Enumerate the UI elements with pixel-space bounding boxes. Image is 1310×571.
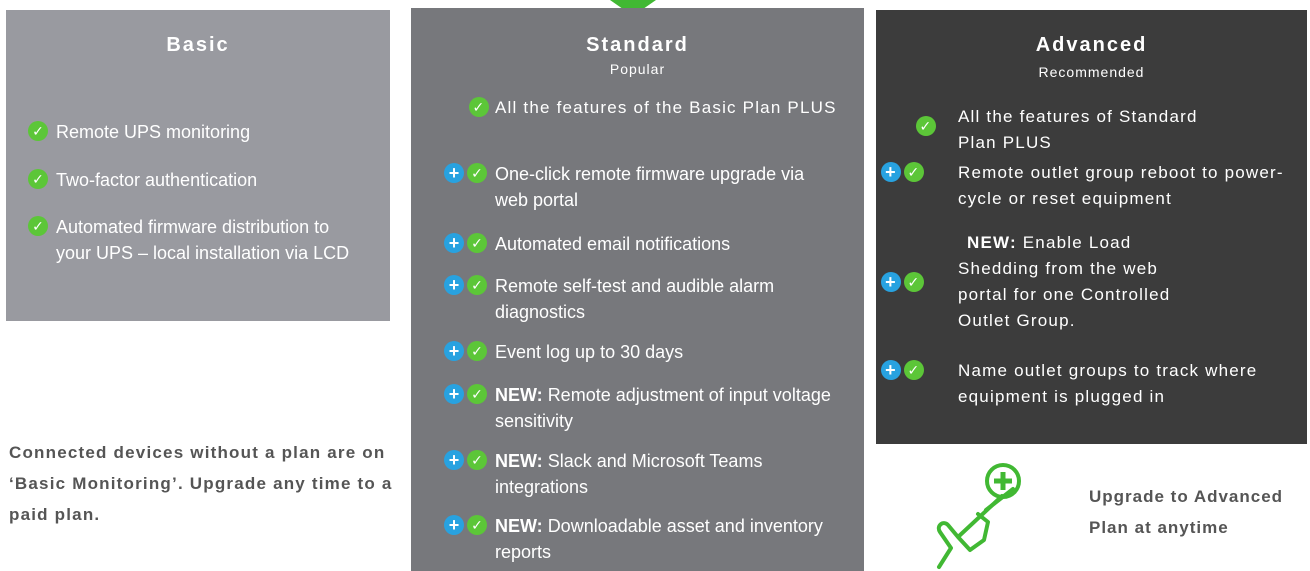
advanced-feature-1: ✓ All the features of Standard Plan PLUS bbox=[916, 104, 1296, 156]
plus-icon: + bbox=[881, 272, 901, 292]
check-icon: ✓ bbox=[467, 515, 487, 535]
basic-monitoring-note: Connected devices without a plan are on … bbox=[9, 443, 393, 524]
feature-text: All the features of Standard Plan PLUS bbox=[958, 107, 1198, 152]
check-icon: ✓ bbox=[916, 116, 936, 136]
standard-plan-card: Standard Popular ✓ All the features of t… bbox=[411, 8, 864, 571]
feature-text: Event log up to 30 days bbox=[495, 342, 684, 362]
advanced-feature-3: + ✓ NEW: Enable Load Shedding from the we… bbox=[881, 230, 1301, 334]
standard-plan-title: Standard bbox=[586, 34, 689, 56]
upgrade-callout: Upgrade to Advanced Plan at anytime bbox=[1089, 481, 1304, 543]
advanced-feature-4: + ✓ Name outlet groups to track where equ… bbox=[881, 358, 1301, 410]
new-label: NEW: bbox=[495, 451, 543, 471]
feature-text: Remote adjustment of input voltage sensi… bbox=[495, 385, 831, 431]
new-label: NEW: bbox=[967, 233, 1017, 252]
feature-text: Remote self-test and audible alarm diagn… bbox=[495, 276, 775, 322]
check-icon: ✓ bbox=[467, 384, 487, 404]
standard-plan-subtitle: Popular bbox=[609, 61, 666, 77]
plus-icon: + bbox=[881, 162, 901, 182]
standard-feature-5: + ✓ Event log up to 30 days bbox=[444, 339, 854, 365]
basic-plan-card: Basic ✓ Remote UPS monitoring ✓ Two-fact… bbox=[6, 10, 390, 321]
standard-feature-1: ✓ All the features of the Basic Plan PLU… bbox=[447, 95, 857, 121]
standard-feature-6: + ✓ NEW: Remote adjustment of input volta… bbox=[444, 382, 854, 434]
advanced-feature-2: + ✓ Remote outlet group reboot to power- … bbox=[881, 160, 1301, 212]
plus-icon: + bbox=[444, 341, 464, 361]
check-icon: ✓ bbox=[467, 341, 487, 361]
feature-text: One-click remote firmware upgrade via we… bbox=[495, 164, 805, 210]
upgrade-title: Upgrade to Advanced bbox=[1089, 487, 1284, 506]
feature-text: Automated firmware distribution to your … bbox=[56, 217, 350, 263]
plus-icon: + bbox=[444, 450, 464, 470]
advanced-plan-subtitle: Recommended bbox=[1038, 64, 1145, 80]
check-icon: ✓ bbox=[904, 360, 924, 380]
advanced-plan-title: Advanced bbox=[1035, 34, 1148, 56]
standard-feature-2: + ✓ One-click remote firmware upgrade via… bbox=[444, 161, 854, 213]
plus-icon: + bbox=[444, 163, 464, 183]
plus-icon: + bbox=[444, 384, 464, 404]
advanced-plan-card: Advanced Recommended ✓ All the features … bbox=[876, 10, 1307, 444]
hand-tap-plus-icon bbox=[936, 463, 1021, 569]
feature-text: Downloadable asset and inventory reports bbox=[495, 516, 823, 562]
plus-icon: + bbox=[444, 515, 464, 535]
check-icon: ✓ bbox=[28, 169, 48, 189]
check-icon: ✓ bbox=[467, 163, 487, 183]
check-icon: ✓ bbox=[904, 162, 924, 182]
standard-feature-4: + ✓ Remote self-test and audible alarm di… bbox=[444, 273, 854, 325]
standard-feature-7: + ✓ NEW: Slack and Microsoft Teams integr… bbox=[444, 448, 854, 500]
check-icon: ✓ bbox=[467, 275, 487, 295]
feature-text: Remote UPS monitoring bbox=[56, 122, 251, 142]
check-icon: ✓ bbox=[904, 272, 924, 292]
new-label: NEW: bbox=[495, 385, 543, 405]
plus-icon: + bbox=[444, 275, 464, 295]
check-icon: ✓ bbox=[467, 233, 487, 253]
feature-text: All the features of the Basic Plan PLUS bbox=[495, 98, 837, 117]
standard-feature-8: + ✓ NEW: Downloadable asset and inventory… bbox=[444, 513, 854, 565]
plus-icon: + bbox=[444, 233, 464, 253]
standard-feature-3: + ✓ Automated email notifications bbox=[444, 231, 854, 257]
basic-feature-1: ✓ Remote UPS monitoring bbox=[28, 119, 368, 145]
check-icon: ✓ bbox=[467, 450, 487, 470]
check-icon: ✓ bbox=[28, 121, 48, 141]
basic-feature-3: ✓ Automated firmware distribution to you… bbox=[28, 214, 373, 266]
basic-plan-title: Basic bbox=[166, 34, 230, 56]
plus-icon: + bbox=[881, 360, 901, 380]
feature-text: Automated email notifications bbox=[495, 234, 731, 254]
upgrade-subtitle: Plan at anytime bbox=[1089, 518, 1229, 537]
check-icon: ✓ bbox=[469, 97, 489, 117]
basic-feature-2: ✓ Two-factor authentication bbox=[28, 167, 368, 193]
check-icon: ✓ bbox=[28, 216, 48, 236]
new-label: NEW: bbox=[495, 516, 543, 536]
feature-text: Name outlet groups to track where equipm… bbox=[958, 361, 1258, 406]
feature-text: Two-factor authentication bbox=[56, 170, 258, 190]
feature-text: Remote outlet group reboot to power- cyc… bbox=[958, 163, 1284, 208]
